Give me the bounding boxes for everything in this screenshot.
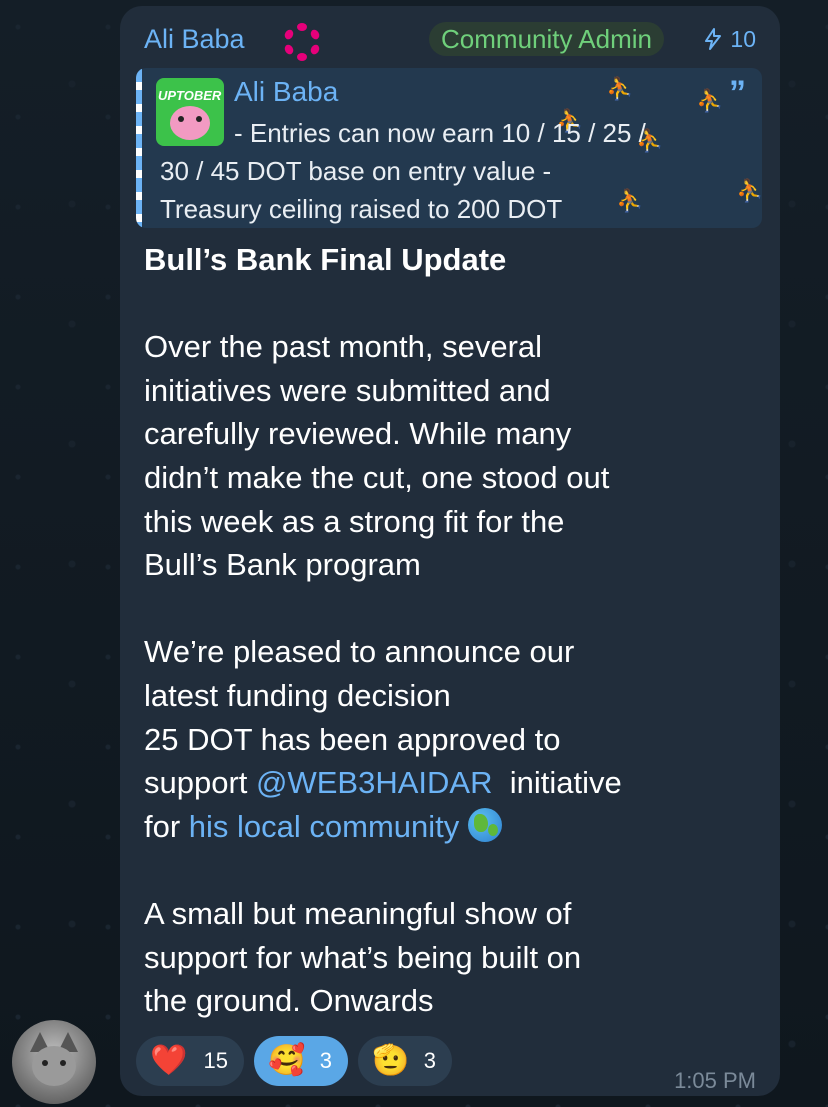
boost-count: 10	[730, 26, 756, 52]
paragraph-1: Over the past month, several initiatives…	[144, 329, 610, 583]
quote-icon: ”	[729, 74, 746, 112]
paragraph-3: A small but meaningful show of support f…	[144, 895, 582, 1019]
sender-name[interactable]: Ali Baba	[144, 24, 245, 55]
reply-sender-name: Ali Baba	[234, 76, 339, 107]
reaction-salute[interactable]: 🫡 3	[358, 1036, 452, 1086]
reaction-smiling-hearts[interactable]: 🥰 3	[254, 1036, 348, 1086]
polkadot-logo-icon	[284, 23, 320, 61]
globe-icon	[467, 807, 502, 842]
reply-preview[interactable]: ⛹ ⛹ ⛹ ⛹ ⛹ ⛹ UPTOBER Ali Baba ” - Entries…	[136, 68, 762, 228]
boost-indicator: 10	[702, 24, 756, 54]
mention-link[interactable]: @WEB3HAIDAR	[256, 765, 492, 800]
reaction-count: 3	[319, 1048, 332, 1073]
message-bubble[interactable]: Ali Baba Community Admin 10 ⛹ ⛹ ⛹ ⛹ ⛹ ⛹	[120, 6, 780, 1096]
salute-icon: 🫡	[372, 1044, 410, 1077]
reply-thumb-label: UPTOBER	[158, 88, 222, 103]
boost-bolt-icon	[705, 28, 722, 50]
message-header: Ali Baba Community Admin 10	[144, 22, 756, 62]
reaction-count: 3	[423, 1048, 436, 1073]
heart-icon: ❤️	[150, 1044, 188, 1077]
message-title: Bull’s Bank Final Update	[144, 242, 507, 277]
reply-text: - Entries can now earn 10 / 15 / 25 / 30…	[160, 118, 646, 224]
message-timestamp: 1:05 PM	[674, 1068, 756, 1093]
reaction-heart[interactable]: ❤️ 15	[136, 1036, 244, 1086]
reaction-count: 15	[203, 1048, 228, 1073]
message-text: Bull’s Bank Final Update Over the past m…	[144, 238, 754, 1023]
smiling-face-hearts-icon: 🥰	[268, 1044, 306, 1077]
admin-badge: Community Admin	[429, 22, 664, 56]
community-link[interactable]: his local community	[189, 809, 459, 844]
reply-accent-bar	[136, 68, 142, 228]
sender-avatar[interactable]	[12, 1020, 96, 1104]
